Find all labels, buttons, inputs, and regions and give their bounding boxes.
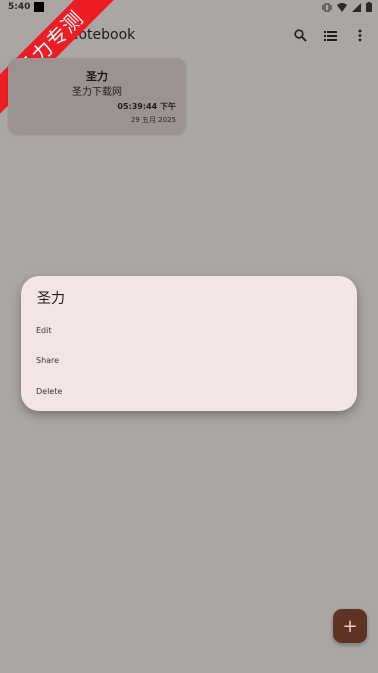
plus-icon: +	[342, 615, 358, 637]
add-note-button[interactable]: +	[333, 609, 367, 643]
note-date: 29 五月 2025	[130, 116, 176, 124]
note-time: 05:39:44 下午	[117, 102, 176, 111]
signal-icon	[352, 2, 361, 15]
more-vert-icon[interactable]	[352, 26, 368, 44]
dialog-title: 圣力	[37, 291, 65, 307]
vibrate-icon	[322, 3, 332, 15]
note-title: 圣力	[86, 70, 108, 83]
app-actions	[292, 26, 368, 44]
note-body: 圣力下载网	[72, 87, 122, 98]
note-options-dialog: 圣力 Edit Share Delete	[21, 276, 357, 411]
battery-icon	[366, 2, 372, 15]
search-icon[interactable]	[292, 26, 308, 44]
share-menu-item[interactable]: Share	[36, 356, 59, 365]
status-icons	[322, 2, 372, 15]
edit-menu-item[interactable]: Edit	[36, 326, 52, 335]
list-view-icon[interactable]	[322, 26, 338, 44]
wifi-icon	[337, 2, 347, 15]
note-card[interactable]: 圣力 圣力下载网 05:39:44 下午 29 五月 2025	[8, 58, 186, 134]
delete-menu-item[interactable]: Delete	[36, 387, 62, 396]
